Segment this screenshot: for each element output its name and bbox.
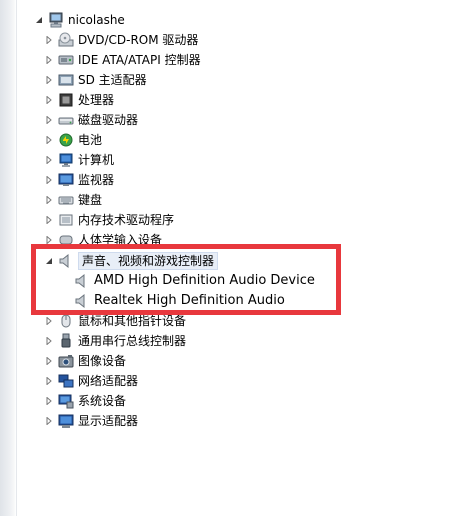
audio-category-label: 声音、视频和游戏控制器	[78, 252, 219, 270]
category-ide[interactable]: IDE ATA/ATAPI 控制器	[44, 50, 201, 70]
category-display[interactable]: 显示适配器	[44, 411, 138, 431]
category-label: IDE ATA/ATAPI 控制器	[78, 53, 201, 67]
expand-arrow-icon[interactable]	[44, 90, 54, 110]
network-adapter-icon	[58, 373, 74, 389]
category-label: SD 主适配器	[78, 73, 147, 87]
category-label: 计算机	[78, 153, 115, 167]
expand-arrow-icon[interactable]	[44, 70, 54, 90]
expand-arrow-icon[interactable]	[44, 30, 54, 50]
category-label: 系统设备	[78, 394, 127, 408]
category-sd[interactable]: SD 主适配器	[44, 70, 147, 90]
expand-arrow-icon[interactable]	[44, 150, 54, 170]
category-label: 处理器	[78, 93, 115, 107]
expand-arrow-icon[interactable]	[44, 411, 54, 431]
category-processor[interactable]: 处理器	[44, 90, 114, 110]
expand-arrow-icon[interactable]	[44, 190, 54, 210]
audio-device-amd[interactable]: AMD High Definition Audio Device	[74, 271, 315, 291]
expand-arrow-icon[interactable]	[44, 331, 54, 351]
expand-arrow-icon[interactable]	[44, 110, 54, 130]
category-computer[interactable]: 计算机	[44, 150, 114, 170]
category-hid[interactable]: 人体学输入设备	[44, 230, 162, 250]
expand-arrow-icon[interactable]	[44, 130, 54, 150]
expand-arrow-icon[interactable]	[44, 230, 54, 250]
category-label: 通用串行总线控制器	[78, 334, 187, 348]
category-disk[interactable]: 磁盘驱动器	[44, 110, 138, 130]
display-adapter-icon	[58, 413, 74, 429]
mouse-icon	[58, 313, 74, 329]
camera-icon	[58, 353, 74, 369]
speaker-icon	[58, 253, 74, 269]
root-label: nicolashe	[68, 13, 125, 27]
speaker-icon	[74, 293, 90, 309]
category-memory-tech[interactable]: 内存技术驱动程序	[44, 210, 174, 230]
battery-icon	[58, 132, 74, 148]
expand-arrow-icon[interactable]	[44, 170, 54, 190]
expand-arrow-icon[interactable]	[44, 210, 54, 230]
expand-arrow-icon[interactable]	[44, 351, 54, 371]
monitor-icon	[58, 172, 74, 188]
hid-icon	[58, 232, 74, 248]
category-label: 显示适配器	[78, 414, 139, 428]
category-audio[interactable]: 声音、视频和游戏控制器	[44, 251, 219, 271]
ide-controller-icon	[58, 52, 74, 68]
category-label: 监视器	[78, 173, 115, 187]
category-label: 电池	[78, 133, 103, 147]
category-label: 人体学输入设备	[78, 233, 163, 247]
category-label: 键盘	[78, 193, 103, 207]
sd-adapter-icon	[58, 72, 74, 88]
category-imaging[interactable]: 图像设备	[44, 351, 126, 371]
category-monitor[interactable]: 监视器	[44, 170, 114, 190]
collapse-arrow-icon[interactable]	[44, 251, 54, 271]
category-usb[interactable]: 通用串行总线控制器	[44, 331, 186, 351]
category-label: 磁盘驱动器	[78, 113, 139, 127]
category-keyboard[interactable]: 键盘	[44, 190, 102, 210]
device-tree: nicolashe DVD/CD-ROM 驱动器 IDE ATA/ATAPI 控…	[0, 0, 467, 516]
expand-arrow-icon[interactable]	[44, 311, 54, 331]
category-label: 网络适配器	[78, 374, 139, 388]
category-system[interactable]: 系统设备	[44, 391, 126, 411]
category-label: DVD/CD-ROM 驱动器	[78, 33, 199, 47]
processor-icon	[58, 92, 74, 108]
keyboard-icon	[58, 192, 74, 208]
disk-drive-icon	[58, 112, 74, 128]
collapse-arrow-icon[interactable]	[34, 10, 44, 30]
computer-monitor-icon	[58, 152, 74, 168]
device-label: Realtek High Definition Audio	[94, 293, 285, 308]
audio-device-realtek[interactable]: Realtek High Definition Audio	[74, 291, 285, 311]
system-device-icon	[58, 393, 74, 409]
category-dvd[interactable]: DVD/CD-ROM 驱动器	[44, 30, 198, 50]
category-battery[interactable]: 电池	[44, 130, 102, 150]
usb-icon	[58, 333, 74, 349]
expand-arrow-icon[interactable]	[44, 371, 54, 391]
expand-arrow-icon[interactable]	[44, 391, 54, 411]
expand-arrow-icon[interactable]	[44, 50, 54, 70]
category-label: 内存技术驱动程序	[78, 213, 175, 227]
tree-root[interactable]: nicolashe	[34, 10, 125, 30]
speaker-icon	[74, 273, 90, 289]
computer-icon	[48, 12, 64, 28]
device-label: AMD High Definition Audio Device	[94, 273, 315, 288]
category-mouse[interactable]: 鼠标和其他指针设备	[44, 311, 186, 331]
dvd-drive-icon	[58, 32, 74, 48]
category-network[interactable]: 网络适配器	[44, 371, 138, 391]
category-label: 鼠标和其他指针设备	[78, 314, 187, 328]
category-label: 图像设备	[78, 354, 127, 368]
memory-tech-icon	[58, 212, 74, 228]
